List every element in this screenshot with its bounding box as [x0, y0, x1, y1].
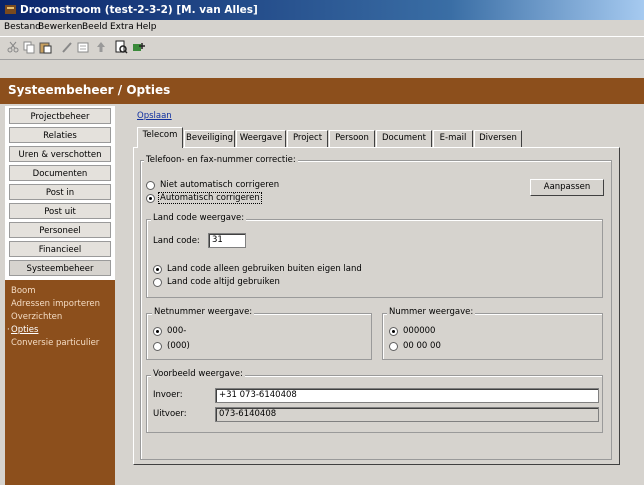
tab-persoon[interactable]: Persoon [329, 130, 375, 147]
radio-niet-automatisch-label: Niet automatisch corrigeren [160, 180, 280, 190]
sidebar-item-documenten[interactable]: Documenten [9, 165, 111, 181]
example-group-title: Voorbeeld weergave: [151, 369, 245, 379]
sidebar-item-relaties[interactable]: Relaties [9, 127, 111, 143]
tab-document[interactable]: Document [376, 130, 432, 147]
window-title: Droomstroom (test-2-3-2) [M. van Alles] [20, 4, 258, 16]
radio-area-000-dash[interactable] [153, 327, 162, 336]
submenu-item-boom[interactable]: Boom [11, 286, 36, 296]
menu-beeld[interactable]: Beeld [82, 22, 107, 32]
toolbar [0, 36, 644, 60]
input-example-field[interactable]: +31 073-6140408 [215, 388, 599, 403]
page-header: Systeembeheer / Opties [0, 78, 644, 104]
radio-area-000-dash-label: 000- [167, 326, 187, 336]
radio-land-code-altijd[interactable] [153, 278, 162, 287]
radio-automatisch-label: Automatisch corrigeren [158, 192, 262, 204]
sidebar-item-personeel[interactable]: Personeel [9, 222, 111, 238]
tab-project[interactable]: Project [287, 130, 328, 147]
radio-number-compact[interactable] [389, 327, 398, 336]
aanpassen-button[interactable]: Aanpassen [530, 179, 604, 196]
close-link[interactable]: Opslaan [137, 111, 172, 121]
country-code-input[interactable]: 31 [208, 233, 246, 248]
up-icon[interactable] [94, 40, 108, 54]
app-icon [5, 5, 16, 14]
sidebar: Projectbeheer Relaties Uren & verschotte… [5, 106, 115, 485]
sidebar-item-uren-verschotten[interactable]: Uren & verschotten [9, 146, 111, 162]
print-preview-icon[interactable] [114, 40, 128, 54]
submenu-item-adressen-importeren[interactable]: Adressen importeren [11, 299, 100, 309]
tab-telecom[interactable]: Telecom [137, 127, 183, 148]
sidebar-item-financieel[interactable]: Financieel [9, 241, 111, 257]
add-icon[interactable] [132, 40, 146, 54]
submenu-item-opties[interactable]: Opties [11, 325, 38, 335]
submenu-bullet-icon: · [7, 325, 10, 335]
sidebar-item-projectbeheer[interactable]: Projectbeheer [9, 108, 111, 124]
submenu: Boom Adressen importeren Overzichten · O… [5, 280, 115, 485]
tab-weergave[interactable]: Weergave [236, 130, 286, 147]
correction-group-title: Telefoon- en fax-nummer correctie: [144, 155, 298, 165]
radio-number-compact-label: 000000 [403, 326, 436, 336]
example-group [146, 375, 603, 433]
title-bar: Droomstroom (test-2-3-2) [M. van Alles] [0, 0, 644, 20]
sidebar-item-post-uit[interactable]: Post uit [9, 203, 111, 219]
menu-extra[interactable]: Extra [110, 22, 134, 32]
page-title: Systeembeheer / Opties [8, 83, 171, 97]
tab-beveiliging[interactable]: Beveiliging [184, 130, 235, 147]
radio-automatisch[interactable] [146, 194, 155, 203]
edit-icon[interactable] [60, 40, 74, 54]
radio-niet-automatisch[interactable] [146, 181, 155, 190]
menu-bar: Bestand Bewerken Beeld Extra Help [0, 20, 644, 36]
tab-diversen[interactable]: Diversen [474, 130, 522, 147]
radio-land-code-altijd-label: Land code altijd gebruiken [167, 277, 280, 287]
country-code-label: Land code: [153, 236, 200, 246]
radio-area-paren[interactable] [153, 342, 162, 351]
menu-help[interactable]: Help [136, 22, 157, 32]
menu-bewerken[interactable]: Bewerken [38, 22, 82, 32]
country-code-group-title: Land code weergave: [151, 213, 247, 223]
sidebar-item-systeembeheer[interactable]: Systeembeheer [9, 260, 111, 276]
radio-area-paren-label: (000) [167, 341, 190, 351]
number-group [382, 313, 603, 360]
properties-icon[interactable] [76, 40, 90, 54]
output-example-field: 073-6140408 [215, 407, 599, 422]
paste-icon[interactable] [38, 40, 52, 54]
radio-number-spaced-label: 00 00 00 [403, 341, 441, 351]
menu-bestand[interactable]: Bestand [4, 22, 41, 32]
radio-number-spaced[interactable] [389, 342, 398, 351]
submenu-item-conversie-particulier[interactable]: Conversie particulier [11, 338, 99, 348]
submenu-item-overzichten[interactable]: Overzichten [11, 312, 62, 322]
tab-email[interactable]: E-mail [433, 130, 473, 147]
radio-land-code-buiten-label: Land code alleen gebruiken buiten eigen … [167, 264, 362, 274]
radio-land-code-buiten[interactable] [153, 265, 162, 274]
output-example-label: Uitvoer: [153, 409, 187, 419]
area-code-group [146, 313, 372, 360]
cut-icon[interactable] [6, 40, 20, 54]
copy-icon[interactable] [22, 40, 36, 54]
number-group-title: Nummer weergave: [387, 307, 476, 317]
area-code-group-title: Netnummer weergave: [152, 307, 255, 317]
input-example-label: Invoer: [153, 390, 183, 400]
sidebar-item-post-in[interactable]: Post in [9, 184, 111, 200]
